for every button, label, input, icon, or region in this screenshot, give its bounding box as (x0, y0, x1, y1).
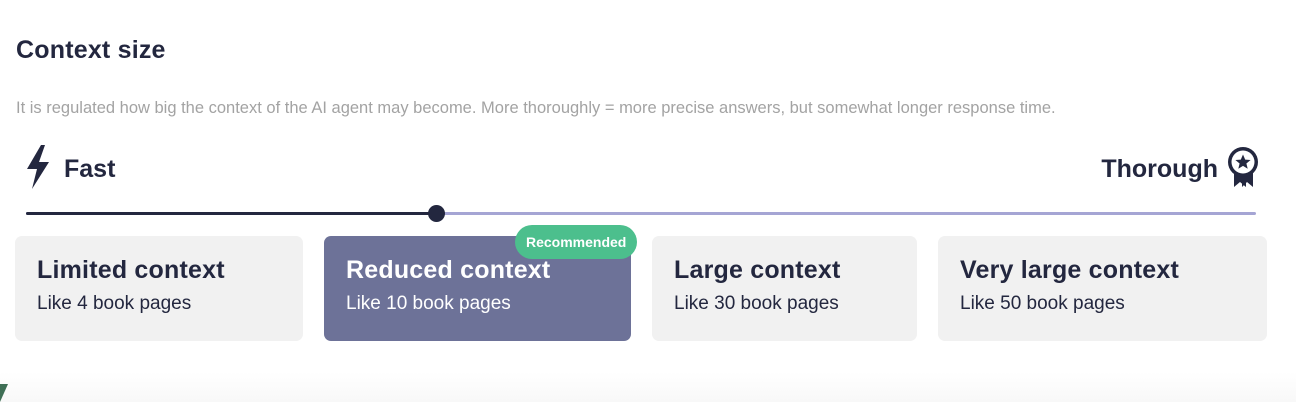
thorough-label: Thorough (1101, 154, 1218, 183)
slider-track-filled (26, 212, 436, 215)
fast-label: Fast (64, 154, 116, 183)
option-subtitle: Like 30 book pages (674, 293, 839, 314)
section-description: It is regulated how big the context of t… (16, 99, 1056, 117)
slider-thumb[interactable] (428, 205, 445, 222)
bottom-shade (0, 372, 1296, 402)
option-card-large-context[interactable]: Large context Like 30 book pages (652, 236, 917, 341)
option-subtitle: Like 50 book pages (960, 293, 1125, 314)
context-size-slider[interactable] (26, 203, 1256, 225)
option-title: Limited context (37, 256, 225, 284)
award-ribbon-icon (1226, 145, 1260, 194)
option-card-very-large-context[interactable]: Very large context Like 50 book pages (938, 236, 1267, 341)
fast-label-group: Fast (24, 144, 116, 195)
option-subtitle: Like 10 book pages (346, 293, 511, 314)
option-title: Very large context (960, 256, 1179, 284)
context-size-panel: Context size It is regulated how big the… (0, 0, 1296, 402)
section-title: Context size (16, 36, 166, 64)
option-subtitle: Like 4 book pages (37, 293, 192, 314)
option-title: Reduced context (346, 256, 551, 284)
option-card-limited-context[interactable]: Limited context Like 4 book pages (15, 236, 303, 341)
corner-decoration (0, 384, 8, 402)
option-title: Large context (674, 256, 841, 284)
recommended-badge: Recommended (515, 225, 638, 259)
thorough-label-group: Thorough (1101, 146, 1260, 192)
lightning-bolt-icon (24, 144, 52, 195)
